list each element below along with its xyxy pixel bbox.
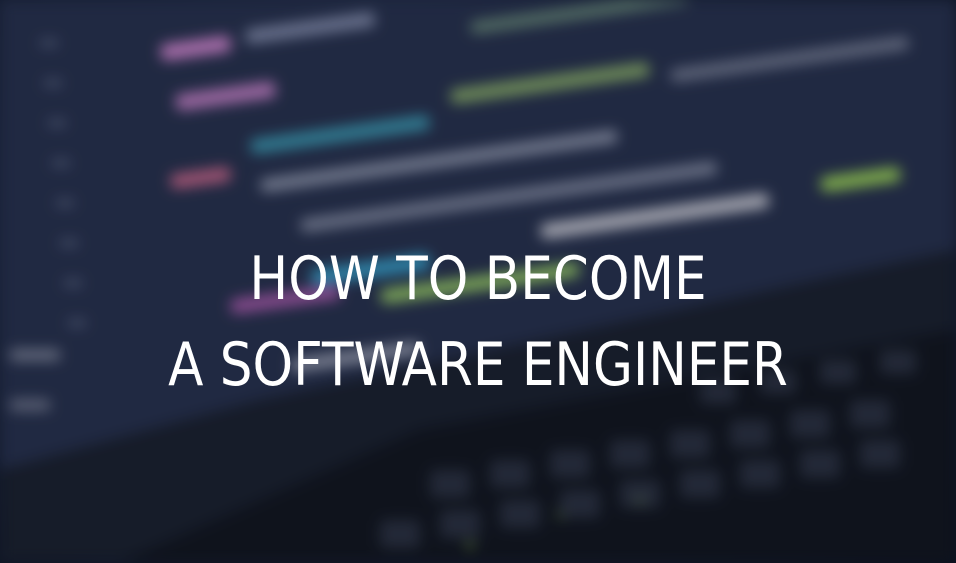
headline: HOW TO BECOME A SOFTWARE ENGINEER [67, 236, 889, 408]
headline-line-2: A SOFTWARE ENGINEER [168, 330, 788, 401]
headline-line-1: HOW TO BECOME [249, 244, 707, 315]
hero-banner: HOW TO BECOME A SOFTWARE ENGINEER [0, 0, 956, 563]
